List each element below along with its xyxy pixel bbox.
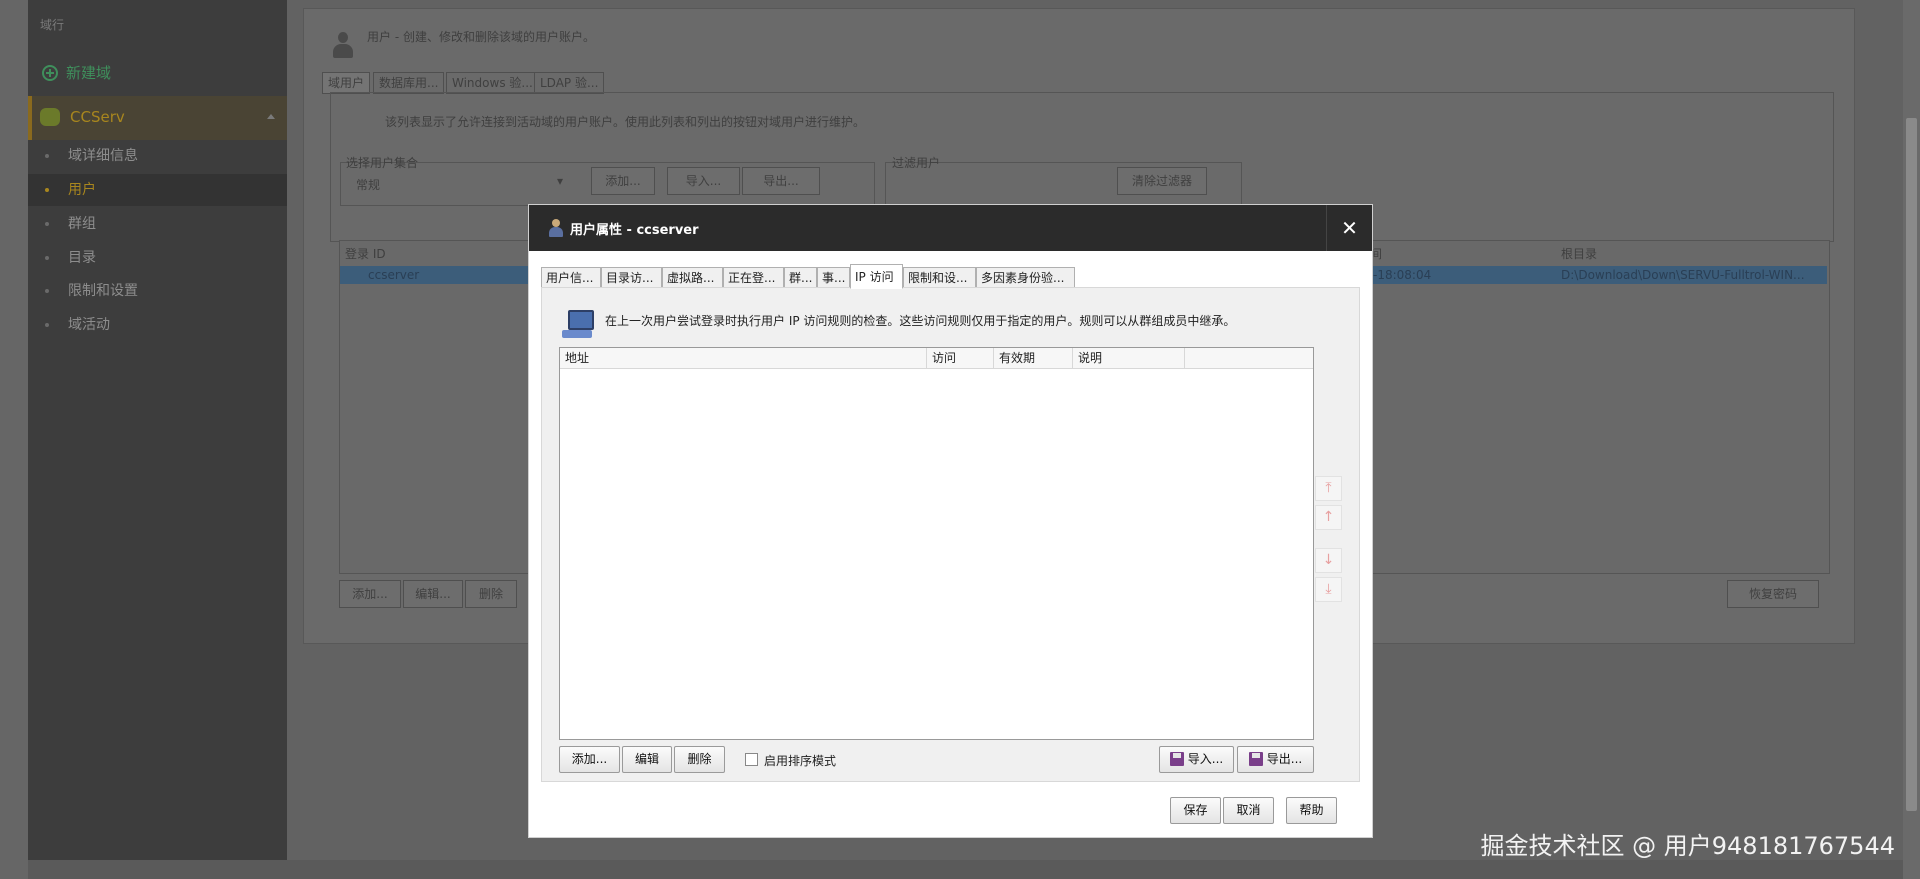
sidebar-item-domain-activity[interactable]: 域活动 [28,309,287,341]
floppy-import-icon [1169,752,1184,766]
users-header-text: 用户 - 创建、修改和删除该域的用户账户。 [367,30,595,44]
new-domain-label: 新建域 [66,64,112,82]
tab-ip-access[interactable]: IP 访问 [850,264,903,289]
bg-add-user-button[interactable]: 添加... [339,580,401,608]
sidebar-crumb: 域行 [40,18,65,32]
watermark-text: 掘金技术社区 @ 用户948181767544 [1480,832,1896,860]
move-up-icon[interactable]: ↑ [1315,505,1342,530]
server-icon [40,108,60,126]
tab-events[interactable]: 事... [817,267,850,288]
bullet-icon [45,188,49,192]
delete-rule-button[interactable]: 删除 [674,746,725,773]
users-list-description: 该列表显示了允许连接到活动域的用户账户。使用此列表和列出的按钮对域用户进行维护。 [385,115,866,129]
page-scrollbar[interactable] [1903,0,1920,879]
tab-windows-auth[interactable]: Windows 验... [446,72,539,94]
sidebar-item-label: 限制和设置 [68,283,138,299]
sidebar-item-directories[interactable]: 目录 [28,242,287,274]
bullet-icon [45,154,49,158]
user-icon [330,30,356,60]
sidebar-item-label: 域详细信息 [68,148,138,164]
add-rule-button[interactable]: 添加... [559,746,620,773]
bullet-icon [45,323,49,327]
sidebar-item-label: 用户 [68,182,96,198]
select-group-label: 选择用户集合 [346,156,419,170]
new-domain-link[interactable]: 新建域 [42,62,111,83]
bg-edit-user-button[interactable]: 编辑... [403,580,463,608]
dialog-titlebar: 用户属性 - ccserver ✕ [529,205,1372,251]
server-header[interactable]: CCServ [28,96,287,140]
tab-user-info[interactable]: 用户信... [541,267,601,288]
move-top-icon[interactable]: ⤒ [1315,476,1342,501]
chevron-down-icon[interactable]: ▾ [557,174,563,188]
sidebar-item-label: 目录 [68,250,96,266]
export-rules-button[interactable]: 导出... [1237,746,1314,773]
move-bottom-icon[interactable]: ⤓ [1315,577,1342,602]
move-down-icon[interactable]: ↓ [1315,548,1342,573]
network-computer-icon [560,308,594,342]
table-header: 地址 访问 有效期 说明 [560,348,1313,369]
sort-mode-checkbox[interactable] [745,753,758,766]
edit-rule-button[interactable]: 编辑 [622,746,672,773]
status-bar [28,860,1920,879]
cancel-button[interactable]: 取消 [1223,797,1274,824]
bg-import-button[interactable]: 导入... [667,167,740,195]
tab-directory-access[interactable]: 目录访... [601,267,662,288]
col-login-id[interactable]: 登录 ID [345,245,386,262]
sidebar: 域行 新建域 CCServ 域详细信息 用户 群组 目录 限制和设置 域活动 [28,0,287,860]
bg-clear-filter-button[interactable]: 清除过滤器 [1117,167,1207,195]
save-button[interactable]: 保存 [1170,797,1221,824]
bg-export-button[interactable]: 导出... [742,167,820,195]
close-icon[interactable]: ✕ [1326,205,1372,251]
bullet-icon [45,222,49,226]
bg-recover-password-button[interactable]: 恢复密码 [1727,580,1819,608]
user-properties-dialog: 用户属性 - ccserver ✕ 用户信... 目录访... 虚拟路... 正… [528,204,1373,838]
left-strip [0,0,28,879]
sidebar-item-limits[interactable]: 限制和设置 [28,275,287,307]
user-icon [549,219,563,237]
bg-add-collection-button[interactable]: 添加... [591,167,655,195]
plus-icon [42,64,58,81]
select-group-value[interactable]: 常规 [356,176,380,193]
tab-mfa[interactable]: 多因素身份验... [976,267,1075,288]
ip-rules-table[interactable]: 地址 访问 有效期 说明 [559,347,1314,740]
tab-virtual-paths[interactable]: 虚拟路... [662,267,723,288]
bg-delete-user-button[interactable]: 删除 [465,580,517,608]
sidebar-item-domain-details[interactable]: 域详细信息 [28,140,287,172]
sidebar-item-groups[interactable]: 群组 [28,208,287,240]
col-address[interactable]: 地址 [560,348,927,368]
ip-access-description: 在上一次用户尝试登录时执行用户 IP 访问规则的检查。这些访问规则仅用于指定的用… [605,314,1236,328]
bullet-icon [45,256,49,260]
sidebar-item-label: 域活动 [68,317,110,333]
caret-up-icon [267,114,275,119]
floppy-export-icon [1248,752,1263,766]
col-expiry[interactable]: 有效期 [994,348,1073,368]
bullet-icon [45,289,49,293]
import-label: 导入... [1187,752,1224,766]
import-rules-button[interactable]: 导入... [1159,746,1234,773]
server-name: CCServ [70,108,125,126]
col-description[interactable]: 说明 [1073,348,1185,368]
sort-mode-label: 启用排序模式 [764,754,837,768]
sidebar-item-users[interactable]: 用户 [28,174,287,206]
row-home: D:\Download\Down\SERVU-Fulltrol-WIN... [1561,268,1805,282]
tab-database-users[interactable]: 数据库用... [373,72,445,94]
help-button[interactable]: 帮助 [1286,797,1337,824]
export-label: 导出... [1266,752,1303,766]
tab-limits-settings[interactable]: 限制和设... [903,267,976,288]
row-time: -18:08:04 [1373,268,1432,282]
filter-label: 过滤用户 [892,156,941,170]
tab-domain-users[interactable]: 域用户 [322,72,371,94]
scrollbar-thumb[interactable] [1906,118,1917,811]
dialog-title: 用户属性 - ccserver [570,223,699,238]
tab-ldap-auth[interactable]: LDAP 验... [534,72,605,94]
tab-logging-in[interactable]: 正在登... [723,267,784,288]
col-home-dir[interactable]: 根目录 [1561,245,1597,262]
row-login: ccserver [368,268,420,282]
col-access[interactable]: 访问 [927,348,994,368]
sidebar-item-label: 群组 [68,216,96,232]
tab-groups[interactable]: 群... [784,267,817,288]
